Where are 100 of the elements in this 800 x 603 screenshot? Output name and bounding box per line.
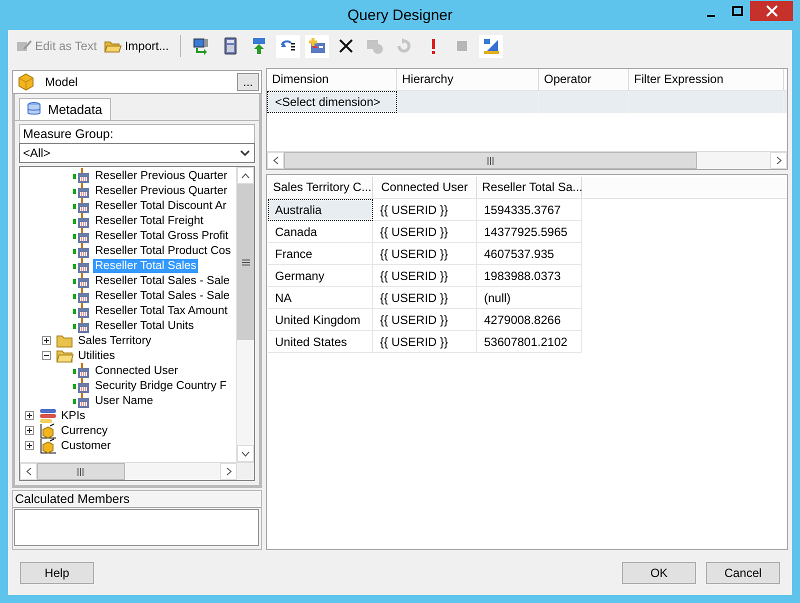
table-cell: United Kingdom (268, 309, 373, 331)
table-cell: France (268, 243, 373, 265)
measure-icon (73, 392, 91, 408)
folder-icon (104, 39, 122, 53)
chevron-left-icon[interactable] (26, 467, 32, 476)
column-header[interactable]: Dimension (267, 69, 397, 90)
table-cell: {{ USERID }} (373, 331, 477, 353)
tree-item[interactable]: Reseller Total Sales - Sale (93, 288, 232, 302)
tree-item[interactable]: Reseller Total Gross Profit (93, 228, 230, 242)
dimension-icon (39, 438, 57, 454)
dimension-icon (39, 422, 57, 438)
measure-icon (73, 318, 91, 334)
chevron-right-icon[interactable] (776, 156, 782, 165)
cube-icon (17, 73, 35, 91)
tree-item[interactable]: User Name (93, 394, 156, 408)
column-header[interactable]: Reseller Total Sa... (477, 177, 582, 198)
measure-icon (73, 302, 91, 318)
tree-item[interactable]: Utilities (76, 348, 118, 362)
maximize-icon (732, 6, 742, 16)
table-cell: {{ USERID }} (373, 287, 477, 309)
tree-item[interactable]: Customer (59, 438, 113, 452)
chevron-up-icon[interactable] (241, 172, 250, 178)
grip-icon[interactable] (242, 258, 250, 266)
chevron-left-icon[interactable] (272, 156, 278, 165)
tree-item[interactable]: Security Bridge Country F (93, 378, 229, 392)
grip-icon[interactable] (77, 468, 84, 476)
close-icon (766, 5, 778, 17)
table-cell: 1983988.0373 (477, 265, 582, 287)
grip-icon[interactable] (487, 156, 494, 164)
cancel-button[interactable]: Cancel (706, 562, 780, 584)
table-cell: {{ USERID }} (373, 309, 477, 331)
table-cell: (null) (477, 287, 582, 309)
table-cell: Germany (268, 265, 373, 287)
column-header[interactable]: Hierarchy (397, 69, 539, 90)
tree-item[interactable]: Reseller Total Tax Amount (93, 304, 230, 318)
help-button[interactable]: Help (20, 562, 94, 584)
model-field[interactable]: Model ... (12, 70, 262, 94)
measure-icon (73, 182, 91, 198)
measure-icon (73, 362, 91, 378)
chevron-right-icon[interactable] (226, 467, 232, 476)
table-cell: United States (268, 331, 373, 353)
metadata-tab[interactable]: Metadata (19, 98, 112, 120)
measure-icon (73, 212, 91, 228)
table-cell: Canada (268, 221, 373, 243)
tree-item[interactable]: Connected User (93, 364, 180, 378)
minimize-icon (706, 15, 716, 17)
measure-icon (73, 198, 91, 214)
table-cell: Australia (268, 199, 373, 221)
chevron-down-icon[interactable] (241, 450, 250, 456)
tree-item[interactable]: Reseller Previous Quarter (93, 168, 230, 182)
window-title: Query Designer (347, 6, 453, 24)
column-header[interactable]: Operator (539, 69, 629, 90)
model-label: Model (45, 75, 79, 89)
table-cell: {{ USERID }} (373, 265, 477, 287)
measure-icon (73, 258, 91, 274)
measure-group-label: Measure Group: (19, 124, 255, 143)
measure-group-dropdown[interactable]: <All> (19, 143, 255, 163)
tree-item[interactable]: Sales Territory (76, 334, 154, 348)
expand-icon[interactable] (42, 336, 51, 345)
expand-icon[interactable] (25, 411, 34, 420)
tree-item[interactable]: Reseller Total Product Cos (93, 244, 233, 258)
browse-button[interactable]: ... (237, 73, 259, 91)
tree-item[interactable]: Reseller Total Freight (93, 214, 206, 228)
close-button[interactable] (750, 1, 793, 21)
horizontal-scrollbar[interactable] (20, 462, 254, 480)
calculated-members-list[interactable] (14, 509, 259, 546)
folder-icon (56, 332, 74, 348)
table-cell: 1594335.3767 (477, 199, 582, 221)
table-cell: {{ USERID }} (373, 243, 477, 265)
tree-item[interactable]: Reseller Total Discount Ar (93, 198, 228, 212)
table-cell: 14377925.5965 (477, 221, 582, 243)
chevron-down-icon (240, 149, 250, 157)
measure-icon (73, 228, 91, 244)
column-header[interactable]: Connected User (373, 177, 477, 198)
expand-icon[interactable] (25, 441, 34, 450)
tree-item[interactable]: Reseller Previous Quarter (93, 184, 230, 198)
calculated-members-label: Calculated Members (13, 491, 261, 508)
column-header[interactable]: Filter Expression (629, 69, 784, 90)
expand-icon[interactable] (25, 426, 34, 435)
measure-icon (73, 272, 91, 288)
tree-item[interactable]: KPIs (59, 408, 88, 422)
table-plus-icon[interactable] (304, 34, 329, 58)
measure-icon (73, 378, 91, 394)
collapse-icon[interactable] (42, 351, 51, 360)
vertical-scrollbar[interactable] (236, 167, 254, 462)
table-cell: 53607801.2102 (477, 331, 582, 353)
table-cell: {{ USERID }} (373, 199, 477, 221)
table-cell: 4279008.8266 (477, 309, 582, 331)
database-icon (26, 101, 42, 117)
measure-icon (73, 288, 91, 304)
table-cell: 4607537.935 (477, 243, 582, 265)
import-button[interactable]: Import... (100, 37, 172, 55)
tree-item[interactable]: Reseller Total Units (93, 318, 196, 332)
measure-icon (73, 242, 91, 258)
pencil-icon (16, 39, 32, 53)
horizontal-scrollbar[interactable] (267, 151, 787, 169)
column-header[interactable]: Sales Territory C... (268, 177, 373, 198)
ok-button[interactable]: OK (622, 562, 696, 584)
tree-item[interactable]: Reseller Total Sales - Sale (93, 274, 232, 288)
tree-item[interactable]: Currency (59, 424, 110, 438)
